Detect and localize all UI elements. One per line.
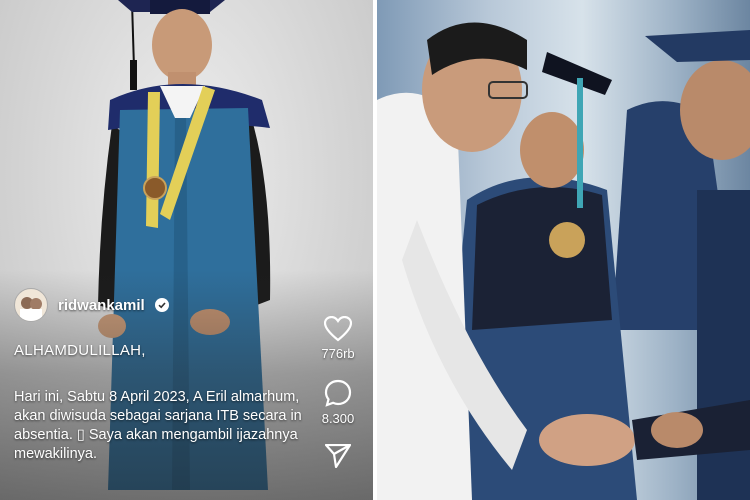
avatar[interactable] xyxy=(14,288,48,322)
instagram-reel-panel: ridwankamil ALHAMDULILLAH, Hari ini, Sab… xyxy=(0,0,373,500)
send-icon[interactable] xyxy=(325,444,351,468)
caption-greeting: ALHAMDULILLAH, xyxy=(14,342,146,359)
caption-text: Hari ini, Sabtu 8 April 2023, A Eril alm… xyxy=(14,389,302,462)
username[interactable]: ridwankamil xyxy=(58,297,145,314)
handshake-photo xyxy=(377,22,750,500)
post-author[interactable]: ridwankamil xyxy=(14,288,169,322)
verified-badge-icon xyxy=(154,298,169,312)
handshake-photo-panel xyxy=(377,0,750,500)
composite-screenshot: ridwankamil ALHAMDULILLAH, Hari ini, Sab… xyxy=(0,0,750,500)
heart-icon[interactable] xyxy=(324,316,352,342)
comment-count: 8.300 xyxy=(321,411,355,426)
action-bar: 776rb 8.300 xyxy=(315,316,361,468)
like-count: 776rb xyxy=(321,346,355,361)
comment-icon[interactable] xyxy=(324,379,352,407)
